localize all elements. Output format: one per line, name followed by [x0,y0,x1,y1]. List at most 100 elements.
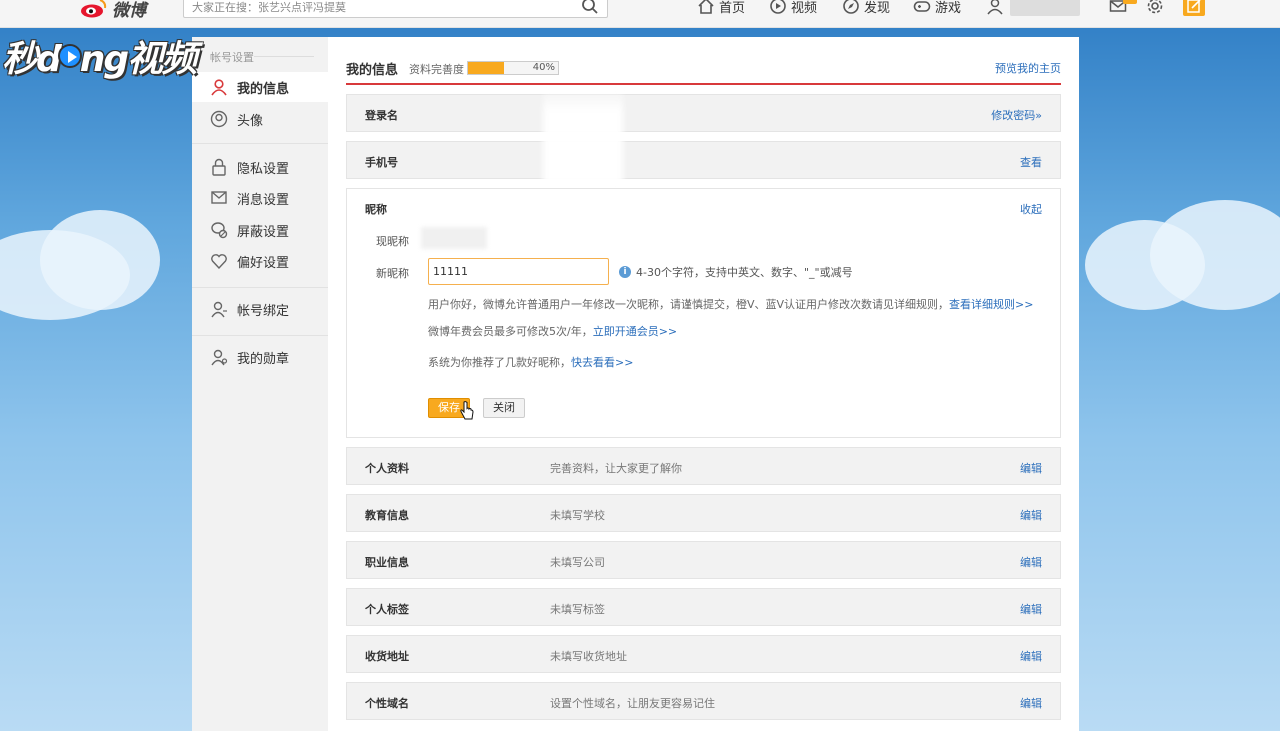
row-value: 未填写学校 [550,509,605,522]
edit-link[interactable]: 编辑 [1020,554,1042,570]
nickname-section-label: 昵称 [365,203,387,216]
sidebar-item-label: 头像 [237,113,264,129]
weibo-eye-icon [81,0,107,18]
sidebar-divider [192,335,328,336]
sidebar-item-medals[interactable]: 我的勋章 [192,342,328,372]
nickname-rule-text: 用户你好，微博允许普通用户一年修改一次昵称，请谨慎提交，橙V、蓝V认证用户修改次… [428,296,1033,312]
edit-link[interactable]: 编辑 [1020,507,1042,523]
username-blurred[interactable] [1010,0,1080,16]
sidebar-item-messages[interactable]: 消息设置 [192,183,328,213]
collapse-link[interactable]: 收起 [1020,201,1042,217]
avatar-icon [210,110,228,128]
row-label: 个人资料 [365,462,409,475]
sidebar-item-label: 消息设置 [237,192,290,208]
nav-discover-label: 发现 [864,0,891,16]
change-password-link[interactable]: 修改密码» [991,107,1042,123]
current-nickname-blurred [421,227,487,249]
row-label: 教育信息 [365,509,409,522]
edit-link[interactable]: 编辑 [1020,601,1042,617]
compose-button[interactable] [1183,0,1205,16]
sidebar-item-label: 屏蔽设置 [237,224,290,240]
recommend-text-body: 系统为你推荐了几款好昵称， [428,356,571,369]
preview-homepage-link[interactable]: 预览我的主页 [995,60,1061,76]
settings-sidebar: 帐号设置 我的信息 头像 隐私设置 消息设置 屏蔽设置 偏好设置 帐号绑定 我的… [192,37,328,731]
row-label: 登录名 [365,109,398,122]
nav-game[interactable]: 游戏 [913,0,961,16]
nav-game-label: 游戏 [935,0,962,16]
profile-icon[interactable] [986,0,1004,15]
gear-icon[interactable] [1146,0,1164,15]
row-tags: 个人标签 未填写标签 编辑 [346,588,1061,626]
lock-icon [212,158,226,176]
view-rules-link[interactable]: 查看详细规则>> [949,298,1033,311]
hand-cursor-icon [460,401,474,420]
row-value: 未填写收货地址 [550,650,627,663]
sidebar-item-label: 隐私设置 [237,161,290,177]
video-icon [770,0,786,14]
user-icon [211,79,227,96]
sidebar-item-avatar[interactable]: 头像 [192,104,328,134]
title-divider [346,83,1061,85]
close-button[interactable]: 关闭 [483,398,525,418]
video-watermark: 秒d ng视频 [2,30,197,82]
discover-icon [843,0,859,14]
sidebar-item-privacy[interactable]: 隐私设置 [192,152,328,182]
heart-icon [211,254,227,270]
view-recommend-link[interactable]: 快去看看>> [571,356,633,369]
game-icon [913,1,931,12]
sidebar-divider [192,287,328,288]
nav-home[interactable]: 首页 [697,0,745,16]
nav-discover[interactable]: 发现 [842,0,890,16]
main-panel: 我的信息 资料完善度 40% 预览我的主页 登录名 修改密码» 手机号 查看 昵… [328,37,1079,731]
current-nickname-label: 现昵称 [376,235,409,248]
nav-home-label: 首页 [719,0,746,16]
member-text-body: 微博年费会员最多可修改5次/年， [428,325,593,338]
row-career: 职业信息 未填写公司 编辑 [346,541,1061,579]
row-label: 收货地址 [365,650,409,663]
sidebar-title-line [254,56,314,57]
search-placeholder: 大家正在搜：张艺兴点评冯提莫 [192,1,346,14]
search-icon[interactable] [581,0,599,15]
row-domain: 个性域名 设置个性域名，让朋友更容易记住 编辑 [346,682,1061,720]
row-personal-info: 个人资料 完善资料，让大家更了解你 编辑 [346,447,1061,485]
edit-link[interactable]: 编辑 [1020,648,1042,664]
medal-icon [211,349,228,366]
nav-video[interactable]: 视频 [769,0,817,16]
open-membership-link[interactable]: 立即开通会员>> [593,325,677,338]
play-icon [57,44,82,68]
rule-text: 用户你好，微博允许普通用户一年修改一次昵称，请谨慎提交，橙V、蓝V认证用户修改次… [428,298,950,311]
view-phone-link[interactable]: 查看 [1020,154,1042,170]
row-address: 收货地址 未填写收货地址 编辑 [346,635,1061,673]
weibo-logo[interactable]: 微博 [80,0,146,21]
notification-badge [1123,0,1137,4]
recommend-text: 系统为你推荐了几款好昵称，快去看看>> [428,354,633,370]
nickname-edit-panel: 昵称 收起 现昵称 新昵称 i 4-30个字符，支持中英文、数字、"_"或减号 … [346,188,1061,438]
progress-fill [468,62,504,74]
watermark-text-1: 秒d [2,39,62,80]
row-value: 设置个性域名，让朋友更容易记住 [550,697,715,710]
new-nickname-input[interactable] [428,258,609,285]
member-text: 微博年费会员最多可修改5次/年，立即开通会员>> [428,323,677,339]
top-navbar: 微博 大家正在搜：张艺兴点评冯提莫 首页 视频 发现 游戏 [0,0,1280,28]
row-login-name: 登录名 修改密码» [346,94,1061,132]
sidebar-title: 帐号设置 [210,51,254,64]
cloud-decoration [40,210,160,310]
sidebar-item-label: 我的信息 [237,81,290,97]
new-nickname-label: 新昵称 [376,267,409,280]
sidebar-item-my-info[interactable]: 我的信息 [192,72,328,102]
progress-label: 资料完善度 [409,63,464,76]
sidebar-item-label: 帐号绑定 [237,303,290,319]
logo-text: 微博 [112,0,146,21]
sidebar-item-account-binding[interactable]: 帐号绑定 [192,294,328,324]
row-value: 未填写公司 [550,556,605,569]
sidebar-item-block[interactable]: 屏蔽设置 [192,215,328,245]
sidebar-item-label: 偏好设置 [237,255,290,271]
edit-link[interactable]: 编辑 [1020,695,1042,711]
home-icon [698,0,714,14]
page-title: 我的信息 [346,63,399,78]
edit-link[interactable]: 编辑 [1020,460,1042,476]
row-value: 完善资料，让大家更了解你 [550,462,682,475]
sidebar-divider [192,143,328,144]
search-input[interactable]: 大家正在搜：张艺兴点评冯提莫 [183,0,608,18]
sidebar-item-preferences[interactable]: 偏好设置 [192,246,328,276]
